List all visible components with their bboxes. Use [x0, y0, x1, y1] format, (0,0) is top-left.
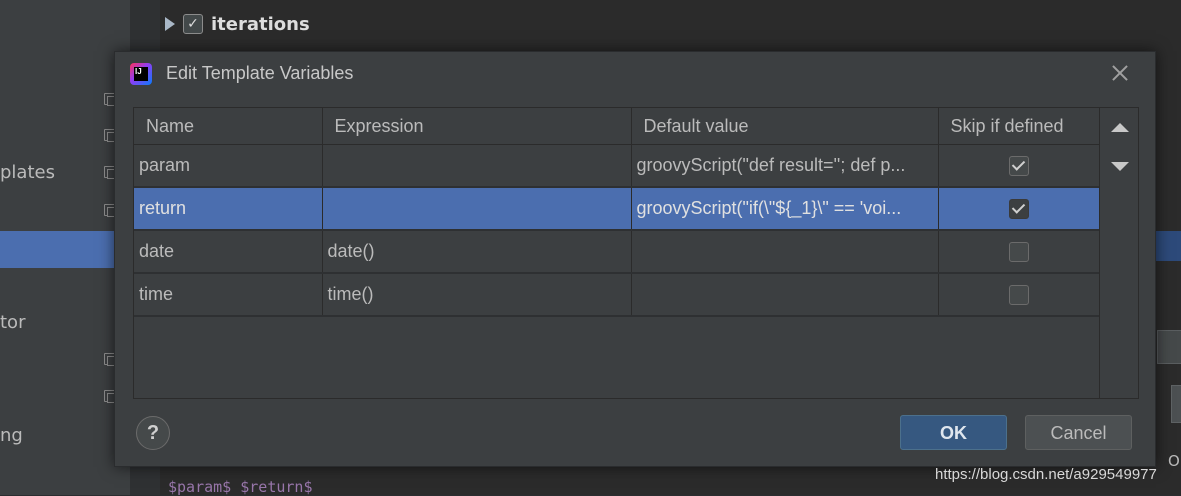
intellij-logo-icon	[130, 63, 152, 85]
expand-arrow-icon[interactable]	[165, 17, 175, 31]
cell-expression[interactable]: time()	[322, 273, 632, 317]
column-header-default-value[interactable]: Default value	[631, 108, 939, 145]
table-row[interactable]: return groovyScript("if(\"${_1}\" == 'voi…	[134, 187, 1100, 231]
tree-checkbox[interactable]: ✓	[183, 14, 203, 34]
cell-skip-if-defined	[938, 273, 1100, 317]
tree-item-label: iterations	[211, 13, 310, 35]
cell-expression[interactable]	[322, 144, 632, 188]
move-down-icon[interactable]	[1111, 162, 1129, 171]
skip-if-defined-checkbox[interactable]	[1008, 242, 1029, 263]
dialog-title: Edit Template Variables	[166, 63, 354, 83]
table-row[interactable]: time time()	[134, 273, 1100, 317]
template-text: $param$ $return$	[168, 478, 313, 496]
table-row[interactable]: param groovyScript("def result=''; def p.…	[134, 144, 1100, 188]
cell-name[interactable]: return	[134, 187, 323, 231]
help-button[interactable]: ?	[136, 416, 170, 450]
sidebar-label[interactable]: plates	[0, 162, 55, 183]
cell-skip-if-defined	[938, 187, 1100, 231]
cell-expression[interactable]: date()	[322, 230, 632, 274]
cell-name[interactable]: date	[134, 230, 323, 274]
cell-default-value[interactable]: groovyScript("if(\"${_1}\" == 'voi...	[631, 187, 939, 231]
sidebar-selected-item[interactable]	[0, 231, 114, 268]
cell-skip-if-defined	[938, 144, 1100, 188]
sidebar-label[interactable]: ng	[0, 425, 23, 446]
sidebar-label[interactable]: tor	[0, 312, 25, 333]
tree-row-iterations[interactable]: ✓ iterations	[165, 11, 310, 37]
column-header-name[interactable]: Name	[134, 108, 323, 145]
cell-default-value[interactable]	[631, 230, 939, 274]
close-icon[interactable]	[1109, 62, 1131, 84]
reorder-controls	[1099, 108, 1139, 398]
column-header-skip-if-defined[interactable]: Skip if defined	[938, 108, 1100, 145]
cancel-button[interactable]: Cancel	[1025, 415, 1132, 450]
cell-expression[interactable]	[322, 187, 632, 231]
background-button	[1171, 385, 1181, 423]
skip-if-defined-checkbox[interactable]	[1008, 199, 1029, 220]
background-field	[1157, 330, 1181, 364]
table-header: Name Expression Default value Skip if de…	[134, 108, 1100, 145]
cell-default-value[interactable]: groovyScript("def result=''; def p...	[631, 144, 939, 188]
skip-if-defined-checkbox[interactable]	[1008, 285, 1029, 306]
watermark: https://blog.csdn.net/a929549977	[935, 466, 1157, 483]
column-header-expression[interactable]: Expression	[322, 108, 632, 145]
cell-default-value[interactable]	[631, 273, 939, 317]
cell-name[interactable]: param	[134, 144, 323, 188]
table-row[interactable]: date date()	[134, 230, 1100, 274]
edit-template-variables-dialog: Edit Template Variables Name Expression …	[114, 51, 1156, 467]
background-selected-row	[1152, 231, 1181, 261]
cell-skip-if-defined	[938, 230, 1100, 274]
ok-button[interactable]: OK	[900, 415, 1007, 450]
skip-if-defined-checkbox[interactable]	[1008, 156, 1029, 177]
cell-name[interactable]: time	[134, 273, 323, 317]
background-text: O	[1168, 452, 1180, 470]
move-up-icon[interactable]	[1111, 123, 1129, 132]
variables-table: Name Expression Default value Skip if de…	[133, 107, 1139, 399]
dialog-titlebar: Edit Template Variables	[115, 52, 1155, 96]
